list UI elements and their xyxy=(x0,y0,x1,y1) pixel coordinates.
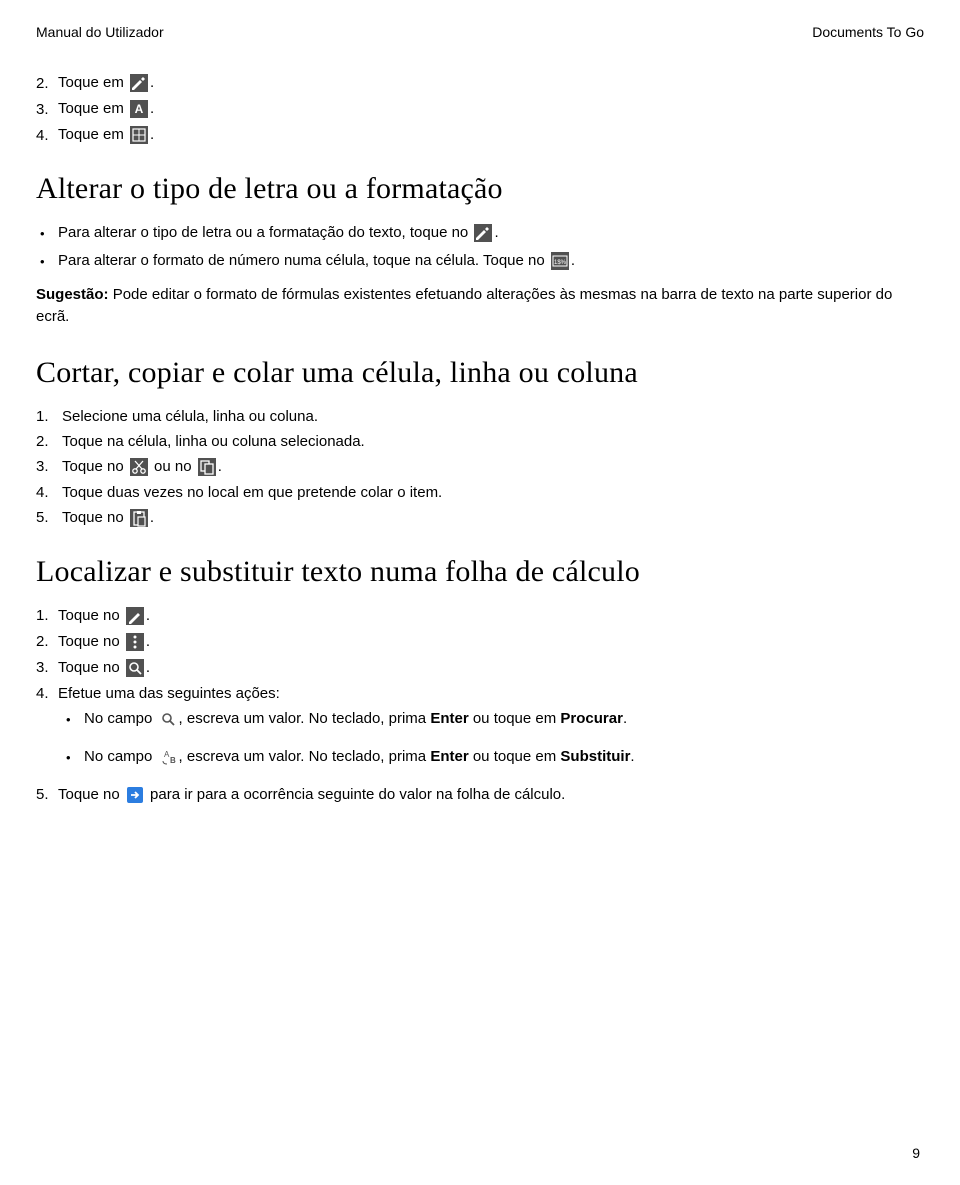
copy-icon xyxy=(198,458,216,476)
list-body: Toque no . xyxy=(62,509,154,527)
more-icon xyxy=(126,633,144,651)
section2-title: Cortar, copiar e colar uma célula, linha… xyxy=(36,356,924,390)
intro-item: 4.Toque em . xyxy=(36,126,924,144)
list-number: 2. xyxy=(36,75,58,92)
list-number: 4. xyxy=(36,685,58,702)
list-item: 4.Toque duas vezes no local em que prete… xyxy=(36,484,924,501)
list-number: 4. xyxy=(36,127,58,144)
pen-icon xyxy=(130,74,148,92)
list-body: Toque em . xyxy=(58,100,154,118)
sub-bullet-item: •No campo , escreva um valor. No teclado… xyxy=(62,710,924,730)
list-number: 5. xyxy=(36,786,58,803)
list-number: 2. xyxy=(36,433,58,450)
bold-action: Substituir xyxy=(560,748,630,765)
page-number: 9 xyxy=(912,1145,920,1161)
replace-icon xyxy=(159,748,177,766)
bullet-dot: • xyxy=(66,710,84,730)
bold-key: Enter xyxy=(430,748,468,765)
search-icon xyxy=(126,659,144,677)
bullet-dot: • xyxy=(40,224,58,244)
list-number: 4. xyxy=(36,484,58,501)
list-number: 1. xyxy=(36,408,58,425)
list-number: 3. xyxy=(36,659,58,676)
list-item: 4.Efetue uma das seguintes ações: xyxy=(36,685,924,702)
intro-item: 3.Toque em . xyxy=(36,100,924,118)
list-number: 5. xyxy=(36,509,58,526)
suggestion-text: Pode editar o formato de fórmulas existe… xyxy=(36,286,892,325)
list-body: Toque no . xyxy=(58,607,150,625)
list-item: 1.Selecione uma célula, linha ou coluna. xyxy=(36,408,924,425)
header-left: Manual do Utilizador xyxy=(36,24,164,40)
intro-item: 2.Toque em . xyxy=(36,74,924,92)
list-item: 5.Toque no para ir para a ocorrência seg… xyxy=(36,786,924,804)
bold-action: Procurar xyxy=(560,710,623,727)
list-body: Selecione uma célula, linha ou coluna. xyxy=(62,408,318,425)
list-item: 2.Toque na célula, linha ou coluna selec… xyxy=(36,433,924,450)
suggestion: Sugestão: Pode editar o formato de fórmu… xyxy=(36,284,924,328)
arrow-icon xyxy=(126,786,144,804)
a-icon xyxy=(130,100,148,118)
bold-key: Enter xyxy=(430,710,468,727)
list-item: 1.Toque no . xyxy=(36,607,924,625)
grid-icon xyxy=(130,126,148,144)
list-item: 2.Toque no . xyxy=(36,633,924,651)
cut-icon xyxy=(130,458,148,476)
list-body: Toque em . xyxy=(58,74,154,92)
bullet-item: •Para alterar o tipo de letra ou a forma… xyxy=(36,224,924,244)
bullet-body: No campo , escreva um valor. No teclado,… xyxy=(84,710,627,728)
bullet-dot: • xyxy=(40,252,58,272)
header-right: Documents To Go xyxy=(812,24,924,40)
bullet-body: Para alterar o formato de número numa cé… xyxy=(58,252,575,270)
bullet-dot: • xyxy=(66,748,84,768)
list-number: 2. xyxy=(36,633,58,650)
list-body: Toque em . xyxy=(58,126,154,144)
list-body: Toque no . xyxy=(58,659,150,677)
list-number: 1. xyxy=(36,607,58,624)
list-body: Toque no para ir para a ocorrência segui… xyxy=(58,786,565,804)
list-body: Efetue uma das seguintes ações: xyxy=(58,685,280,702)
pen-icon xyxy=(474,224,492,242)
sub-bullet-item: •No campo , escreva um valor. No teclado… xyxy=(62,748,924,768)
list-body: Toque duas vezes no local em que pretend… xyxy=(62,484,442,501)
paste-icon xyxy=(130,509,148,527)
list-item: 5.Toque no . xyxy=(36,509,924,527)
list-item: 3.Toque no ou no . xyxy=(36,458,924,476)
bullet-item: •Para alterar o formato de número numa c… xyxy=(36,252,924,272)
list-number: 3. xyxy=(36,101,58,118)
list-body: Toque na célula, linha ou coluna selecio… xyxy=(62,433,365,450)
section3-title: Localizar e substituir texto numa folha … xyxy=(36,555,924,589)
numfmt-icon xyxy=(551,252,569,270)
suggestion-label: Sugestão: xyxy=(36,286,113,303)
list-number: 3. xyxy=(36,458,58,475)
list-body: Toque no . xyxy=(58,633,150,651)
bullet-body: No campo , escreva um valor. No teclado,… xyxy=(84,748,635,766)
section1-title: Alterar o tipo de letra ou a formatação xyxy=(36,172,924,206)
list-item: 3.Toque no . xyxy=(36,659,924,677)
pencil2-icon xyxy=(126,607,144,625)
search-outline-icon xyxy=(159,710,177,728)
bullet-body: Para alterar o tipo de letra ou a format… xyxy=(58,224,499,242)
list-body: Toque no ou no . xyxy=(62,458,222,476)
